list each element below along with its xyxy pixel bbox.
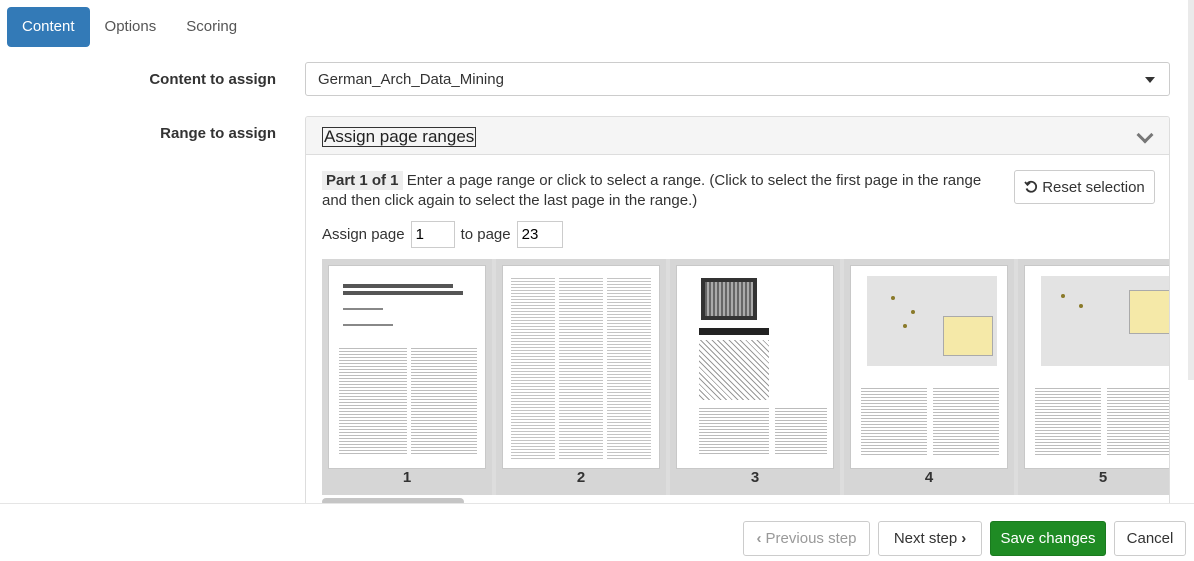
page-thumbnail-strip: 1 2 3 4 5 bbox=[322, 259, 1169, 495]
undo-icon bbox=[1024, 180, 1038, 193]
vertical-scrollbar[interactable] bbox=[1188, 0, 1194, 380]
panel-header[interactable]: Assign page ranges bbox=[306, 117, 1169, 155]
assign-page-label: Assign page bbox=[322, 226, 405, 243]
save-changes-label: Save changes bbox=[1000, 530, 1096, 547]
page-number: 1 bbox=[402, 469, 412, 486]
page-number: 2 bbox=[576, 469, 586, 486]
content-to-assign-label: Content to assign bbox=[149, 71, 276, 88]
to-page-label: to page bbox=[460, 226, 511, 243]
tab-content[interactable]: Content bbox=[7, 7, 90, 47]
page-range-panel: Assign page ranges Part 1 of 1 Enter a p… bbox=[305, 116, 1170, 516]
map-page-thumbnail bbox=[1024, 265, 1169, 469]
page-thumbnail[interactable]: 2 bbox=[496, 259, 666, 495]
page-number: 4 bbox=[924, 469, 934, 486]
instructions: Part 1 of 1 Enter a page range or click … bbox=[322, 171, 1002, 211]
footer-bar: ‹ Previous step Next step › Save changes… bbox=[0, 503, 1194, 561]
content-select-value: German_Arch_Data_Mining bbox=[318, 71, 504, 88]
range-inputs: Assign page to page bbox=[322, 221, 563, 248]
chevron-left-icon: ‹ bbox=[756, 530, 762, 547]
tab-options[interactable]: Options bbox=[90, 7, 172, 47]
journal-page-thumbnail bbox=[502, 265, 660, 469]
map-page-thumbnail bbox=[850, 265, 1008, 469]
reset-selection-button[interactable]: Reset selection bbox=[1014, 170, 1155, 204]
tab-bar: Content Options Scoring bbox=[7, 7, 252, 47]
range-to-assign-label: Range to assign bbox=[160, 125, 276, 142]
part-indicator: Part 1 of 1 bbox=[322, 171, 403, 190]
cancel-label: Cancel bbox=[1126, 530, 1174, 547]
page-number: 3 bbox=[750, 469, 760, 486]
page-number: 5 bbox=[1098, 469, 1108, 486]
next-step-label: Next step bbox=[893, 530, 958, 547]
chevron-down-icon[interactable] bbox=[1136, 126, 1154, 144]
journal-page-thumbnail bbox=[676, 265, 834, 469]
page-thumbnail[interactable]: 4 bbox=[844, 259, 1014, 495]
start-page-input[interactable] bbox=[410, 221, 455, 248]
caret-down-icon bbox=[1145, 77, 1155, 83]
previous-step-label: Previous step bbox=[765, 530, 857, 547]
chevron-right-icon: › bbox=[961, 530, 967, 547]
panel-title: Assign page ranges bbox=[322, 127, 477, 147]
page-thumbnail[interactable]: 1 bbox=[322, 259, 492, 495]
tab-scoring[interactable]: Scoring bbox=[171, 7, 252, 47]
instructions-text: Enter a page range or click to select a … bbox=[322, 172, 982, 209]
next-step-button[interactable]: Next step › bbox=[878, 521, 982, 556]
cancel-button[interactable]: Cancel bbox=[1114, 521, 1186, 556]
page-thumbnail[interactable]: 5 bbox=[1018, 259, 1169, 495]
reset-selection-label: Reset selection bbox=[1042, 178, 1145, 196]
journal-page-thumbnail bbox=[328, 265, 486, 469]
content-select[interactable]: German_Arch_Data_Mining bbox=[305, 62, 1170, 96]
end-page-input[interactable] bbox=[516, 221, 563, 248]
save-changes-button[interactable]: Save changes bbox=[990, 521, 1106, 556]
page-thumbnail[interactable]: 3 bbox=[670, 259, 840, 495]
previous-step-button[interactable]: ‹ Previous step bbox=[743, 521, 870, 556]
